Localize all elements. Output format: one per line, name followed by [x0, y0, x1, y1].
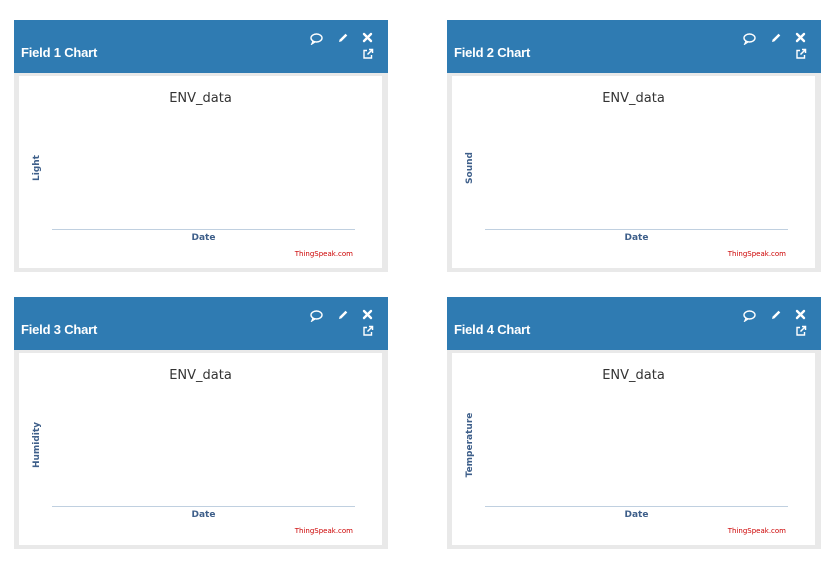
x-axis-label: Date	[191, 510, 216, 520]
close-icon[interactable]	[362, 32, 373, 43]
y-axis-label: Humidity	[32, 421, 42, 469]
panel-toolbar	[743, 307, 813, 343]
panel-title: Field 2 Chart	[454, 45, 531, 60]
panel-toolbar	[743, 30, 813, 66]
chart-frame: ENV_data Sound Date ThingSpeak.com	[447, 73, 821, 272]
chart-plot-area[interactable]: ENV_data Temperature Date ThingSpeak.com	[452, 353, 815, 545]
x-axis-line	[52, 506, 355, 507]
chart-plot-area[interactable]: ENV_data Sound Date ThingSpeak.com	[452, 76, 815, 268]
x-axis-line	[485, 229, 788, 230]
external-link-icon[interactable]	[362, 325, 374, 337]
close-icon[interactable]	[795, 309, 806, 320]
field-3-chart-panel: Field 3 Chart ENV_data Humidity Date Thi…	[14, 297, 388, 549]
x-axis-label: Date	[191, 233, 216, 243]
chart-title: ENV_data	[602, 368, 665, 383]
panel-title: Field 1 Chart	[21, 45, 98, 60]
close-icon[interactable]	[362, 309, 373, 320]
pencil-icon[interactable]	[337, 32, 349, 44]
y-axis-label: Light	[32, 155, 42, 181]
panel-header: Field 1 Chart	[14, 20, 388, 73]
chart-frame: ENV_data Humidity Date ThingSpeak.com	[14, 350, 388, 549]
panel-title: Field 4 Chart	[454, 322, 531, 337]
chart-frame: ENV_data Temperature Date ThingSpeak.com	[447, 350, 821, 549]
y-axis-label: Temperature	[465, 412, 475, 478]
y-axis-label: Sound	[465, 152, 475, 184]
pencil-icon[interactable]	[770, 32, 782, 44]
x-axis-label: Date	[624, 510, 649, 520]
chart-title: ENV_data	[602, 91, 665, 106]
chart-title: ENV_data	[169, 91, 232, 106]
external-link-icon[interactable]	[362, 48, 374, 60]
thingspeak-credit-link[interactable]: ThingSpeak.com	[728, 527, 786, 535]
chart-title: ENV_data	[169, 368, 232, 383]
comment-icon[interactable]	[743, 310, 756, 322]
panel-header: Field 2 Chart	[447, 20, 821, 73]
field-1-chart-panel: Field 1 Chart ENV_data Light Date ThingS…	[14, 20, 388, 272]
comment-icon[interactable]	[310, 33, 323, 45]
comment-icon[interactable]	[743, 33, 756, 45]
chart-plot-area[interactable]: ENV_data Humidity Date ThingSpeak.com	[19, 353, 382, 545]
thingspeak-credit-link[interactable]: ThingSpeak.com	[728, 250, 786, 258]
x-axis-label: Date	[624, 233, 649, 243]
field-4-chart-panel: Field 4 Chart ENV_data Temperature Date …	[447, 297, 821, 549]
panel-toolbar	[310, 307, 380, 343]
comment-icon[interactable]	[310, 310, 323, 322]
thingspeak-credit-link[interactable]: ThingSpeak.com	[295, 527, 353, 535]
thingspeak-credit-link[interactable]: ThingSpeak.com	[295, 250, 353, 258]
panel-title: Field 3 Chart	[21, 322, 98, 337]
chart-frame: ENV_data Light Date ThingSpeak.com	[14, 73, 388, 272]
external-link-icon[interactable]	[795, 325, 807, 337]
field-2-chart-panel: Field 2 Chart ENV_data Sound Date ThingS…	[447, 20, 821, 272]
close-icon[interactable]	[795, 32, 806, 43]
chart-plot-area[interactable]: ENV_data Light Date ThingSpeak.com	[19, 76, 382, 268]
x-axis-line	[52, 229, 355, 230]
pencil-icon[interactable]	[770, 309, 782, 321]
panel-header: Field 3 Chart	[14, 297, 388, 350]
external-link-icon[interactable]	[795, 48, 807, 60]
pencil-icon[interactable]	[337, 309, 349, 321]
panel-header: Field 4 Chart	[447, 297, 821, 350]
x-axis-line	[485, 506, 788, 507]
panel-toolbar	[310, 30, 380, 66]
